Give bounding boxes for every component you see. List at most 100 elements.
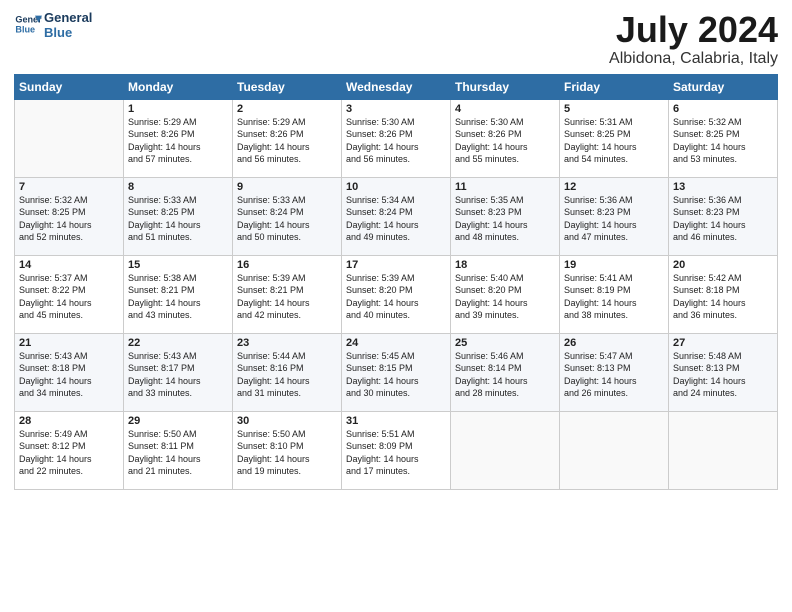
calendar-cell [669, 411, 778, 489]
day-number: 2 [237, 103, 337, 115]
month-title: July 2024 [609, 10, 778, 50]
calendar-cell: 14Sunrise: 5:37 AM Sunset: 8:22 PM Dayli… [15, 255, 124, 333]
day-number: 27 [673, 337, 773, 349]
day-info: Sunrise: 5:44 AM Sunset: 8:16 PM Dayligh… [237, 350, 337, 400]
calendar-cell [451, 411, 560, 489]
calendar-cell: 29Sunrise: 5:50 AM Sunset: 8:11 PM Dayli… [124, 411, 233, 489]
calendar-cell: 21Sunrise: 5:43 AM Sunset: 8:18 PM Dayli… [15, 333, 124, 411]
calendar-cell: 30Sunrise: 5:50 AM Sunset: 8:10 PM Dayli… [233, 411, 342, 489]
day-number: 4 [455, 103, 555, 115]
day-number: 15 [128, 259, 228, 271]
day-info: Sunrise: 5:38 AM Sunset: 8:21 PM Dayligh… [128, 272, 228, 322]
day-number: 13 [673, 181, 773, 193]
day-info: Sunrise: 5:32 AM Sunset: 8:25 PM Dayligh… [19, 194, 119, 244]
day-number: 24 [346, 337, 446, 349]
calendar-cell: 17Sunrise: 5:39 AM Sunset: 8:20 PM Dayli… [342, 255, 451, 333]
day-info: Sunrise: 5:29 AM Sunset: 8:26 PM Dayligh… [237, 116, 337, 166]
calendar-cell: 10Sunrise: 5:34 AM Sunset: 8:24 PM Dayli… [342, 177, 451, 255]
title-block: July 2024 Albidona, Calabria, Italy [609, 10, 778, 68]
logo-line1: General [44, 11, 92, 25]
week-row-1: 7Sunrise: 5:32 AM Sunset: 8:25 PM Daylig… [15, 177, 778, 255]
day-number: 20 [673, 259, 773, 271]
day-number: 6 [673, 103, 773, 115]
day-number: 1 [128, 103, 228, 115]
week-row-2: 14Sunrise: 5:37 AM Sunset: 8:22 PM Dayli… [15, 255, 778, 333]
calendar-cell: 2Sunrise: 5:29 AM Sunset: 8:26 PM Daylig… [233, 99, 342, 177]
day-info: Sunrise: 5:30 AM Sunset: 8:26 PM Dayligh… [346, 116, 446, 166]
week-row-4: 28Sunrise: 5:49 AM Sunset: 8:12 PM Dayli… [15, 411, 778, 489]
day-info: Sunrise: 5:36 AM Sunset: 8:23 PM Dayligh… [564, 194, 664, 244]
day-info: Sunrise: 5:49 AM Sunset: 8:12 PM Dayligh… [19, 428, 119, 478]
day-number: 30 [237, 415, 337, 427]
day-number: 18 [455, 259, 555, 271]
day-number: 25 [455, 337, 555, 349]
header-day-wednesday: Wednesday [342, 74, 451, 99]
calendar-cell: 16Sunrise: 5:39 AM Sunset: 8:21 PM Dayli… [233, 255, 342, 333]
day-info: Sunrise: 5:30 AM Sunset: 8:26 PM Dayligh… [455, 116, 555, 166]
day-info: Sunrise: 5:46 AM Sunset: 8:14 PM Dayligh… [455, 350, 555, 400]
day-info: Sunrise: 5:41 AM Sunset: 8:19 PM Dayligh… [564, 272, 664, 322]
calendar-cell: 18Sunrise: 5:40 AM Sunset: 8:20 PM Dayli… [451, 255, 560, 333]
calendar-cell: 13Sunrise: 5:36 AM Sunset: 8:23 PM Dayli… [669, 177, 778, 255]
calendar-cell: 6Sunrise: 5:32 AM Sunset: 8:25 PM Daylig… [669, 99, 778, 177]
day-info: Sunrise: 5:51 AM Sunset: 8:09 PM Dayligh… [346, 428, 446, 478]
calendar-cell: 11Sunrise: 5:35 AM Sunset: 8:23 PM Dayli… [451, 177, 560, 255]
calendar-cell: 5Sunrise: 5:31 AM Sunset: 8:25 PM Daylig… [560, 99, 669, 177]
header-day-sunday: Sunday [15, 74, 124, 99]
day-number: 22 [128, 337, 228, 349]
calendar-cell: 1Sunrise: 5:29 AM Sunset: 8:26 PM Daylig… [124, 99, 233, 177]
day-number: 3 [346, 103, 446, 115]
calendar-cell: 24Sunrise: 5:45 AM Sunset: 8:15 PM Dayli… [342, 333, 451, 411]
day-info: Sunrise: 5:32 AM Sunset: 8:25 PM Dayligh… [673, 116, 773, 166]
header-row: SundayMondayTuesdayWednesdayThursdayFrid… [15, 74, 778, 99]
calendar-cell: 23Sunrise: 5:44 AM Sunset: 8:16 PM Dayli… [233, 333, 342, 411]
calendar-cell: 31Sunrise: 5:51 AM Sunset: 8:09 PM Dayli… [342, 411, 451, 489]
day-number: 16 [237, 259, 337, 271]
calendar-cell: 4Sunrise: 5:30 AM Sunset: 8:26 PM Daylig… [451, 99, 560, 177]
day-info: Sunrise: 5:33 AM Sunset: 8:25 PM Dayligh… [128, 194, 228, 244]
calendar-table: SundayMondayTuesdayWednesdayThursdayFrid… [14, 74, 778, 490]
day-number: 21 [19, 337, 119, 349]
day-info: Sunrise: 5:40 AM Sunset: 8:20 PM Dayligh… [455, 272, 555, 322]
day-info: Sunrise: 5:37 AM Sunset: 8:22 PM Dayligh… [19, 272, 119, 322]
day-info: Sunrise: 5:35 AM Sunset: 8:23 PM Dayligh… [455, 194, 555, 244]
day-number: 17 [346, 259, 446, 271]
day-number: 19 [564, 259, 664, 271]
day-info: Sunrise: 5:50 AM Sunset: 8:11 PM Dayligh… [128, 428, 228, 478]
day-number: 29 [128, 415, 228, 427]
day-info: Sunrise: 5:29 AM Sunset: 8:26 PM Dayligh… [128, 116, 228, 166]
day-number: 12 [564, 181, 664, 193]
page: General Blue General Blue July 2024 Albi… [0, 0, 792, 612]
calendar-cell [560, 411, 669, 489]
day-number: 7 [19, 181, 119, 193]
day-info: Sunrise: 5:43 AM Sunset: 8:17 PM Dayligh… [128, 350, 228, 400]
day-info: Sunrise: 5:39 AM Sunset: 8:20 PM Dayligh… [346, 272, 446, 322]
calendar-cell: 28Sunrise: 5:49 AM Sunset: 8:12 PM Dayli… [15, 411, 124, 489]
header-day-monday: Monday [124, 74, 233, 99]
day-number: 10 [346, 181, 446, 193]
day-info: Sunrise: 5:36 AM Sunset: 8:23 PM Dayligh… [673, 194, 773, 244]
day-number: 31 [346, 415, 446, 427]
day-number: 8 [128, 181, 228, 193]
day-info: Sunrise: 5:34 AM Sunset: 8:24 PM Dayligh… [346, 194, 446, 244]
day-number: 28 [19, 415, 119, 427]
day-info: Sunrise: 5:31 AM Sunset: 8:25 PM Dayligh… [564, 116, 664, 166]
calendar-cell: 26Sunrise: 5:47 AM Sunset: 8:13 PM Dayli… [560, 333, 669, 411]
day-info: Sunrise: 5:45 AM Sunset: 8:15 PM Dayligh… [346, 350, 446, 400]
day-info: Sunrise: 5:39 AM Sunset: 8:21 PM Dayligh… [237, 272, 337, 322]
day-info: Sunrise: 5:42 AM Sunset: 8:18 PM Dayligh… [673, 272, 773, 322]
logo: General Blue General Blue [14, 10, 92, 40]
day-number: 26 [564, 337, 664, 349]
calendar-cell: 3Sunrise: 5:30 AM Sunset: 8:26 PM Daylig… [342, 99, 451, 177]
calendar-cell: 25Sunrise: 5:46 AM Sunset: 8:14 PM Dayli… [451, 333, 560, 411]
header-day-tuesday: Tuesday [233, 74, 342, 99]
location-title: Albidona, Calabria, Italy [609, 50, 778, 68]
week-row-0: 1Sunrise: 5:29 AM Sunset: 8:26 PM Daylig… [15, 99, 778, 177]
header-day-saturday: Saturday [669, 74, 778, 99]
day-info: Sunrise: 5:47 AM Sunset: 8:13 PM Dayligh… [564, 350, 664, 400]
calendar-cell: 7Sunrise: 5:32 AM Sunset: 8:25 PM Daylig… [15, 177, 124, 255]
calendar-cell: 27Sunrise: 5:48 AM Sunset: 8:13 PM Dayli… [669, 333, 778, 411]
day-number: 9 [237, 181, 337, 193]
svg-text:Blue: Blue [15, 24, 35, 34]
logo-icon: General Blue [14, 10, 42, 38]
